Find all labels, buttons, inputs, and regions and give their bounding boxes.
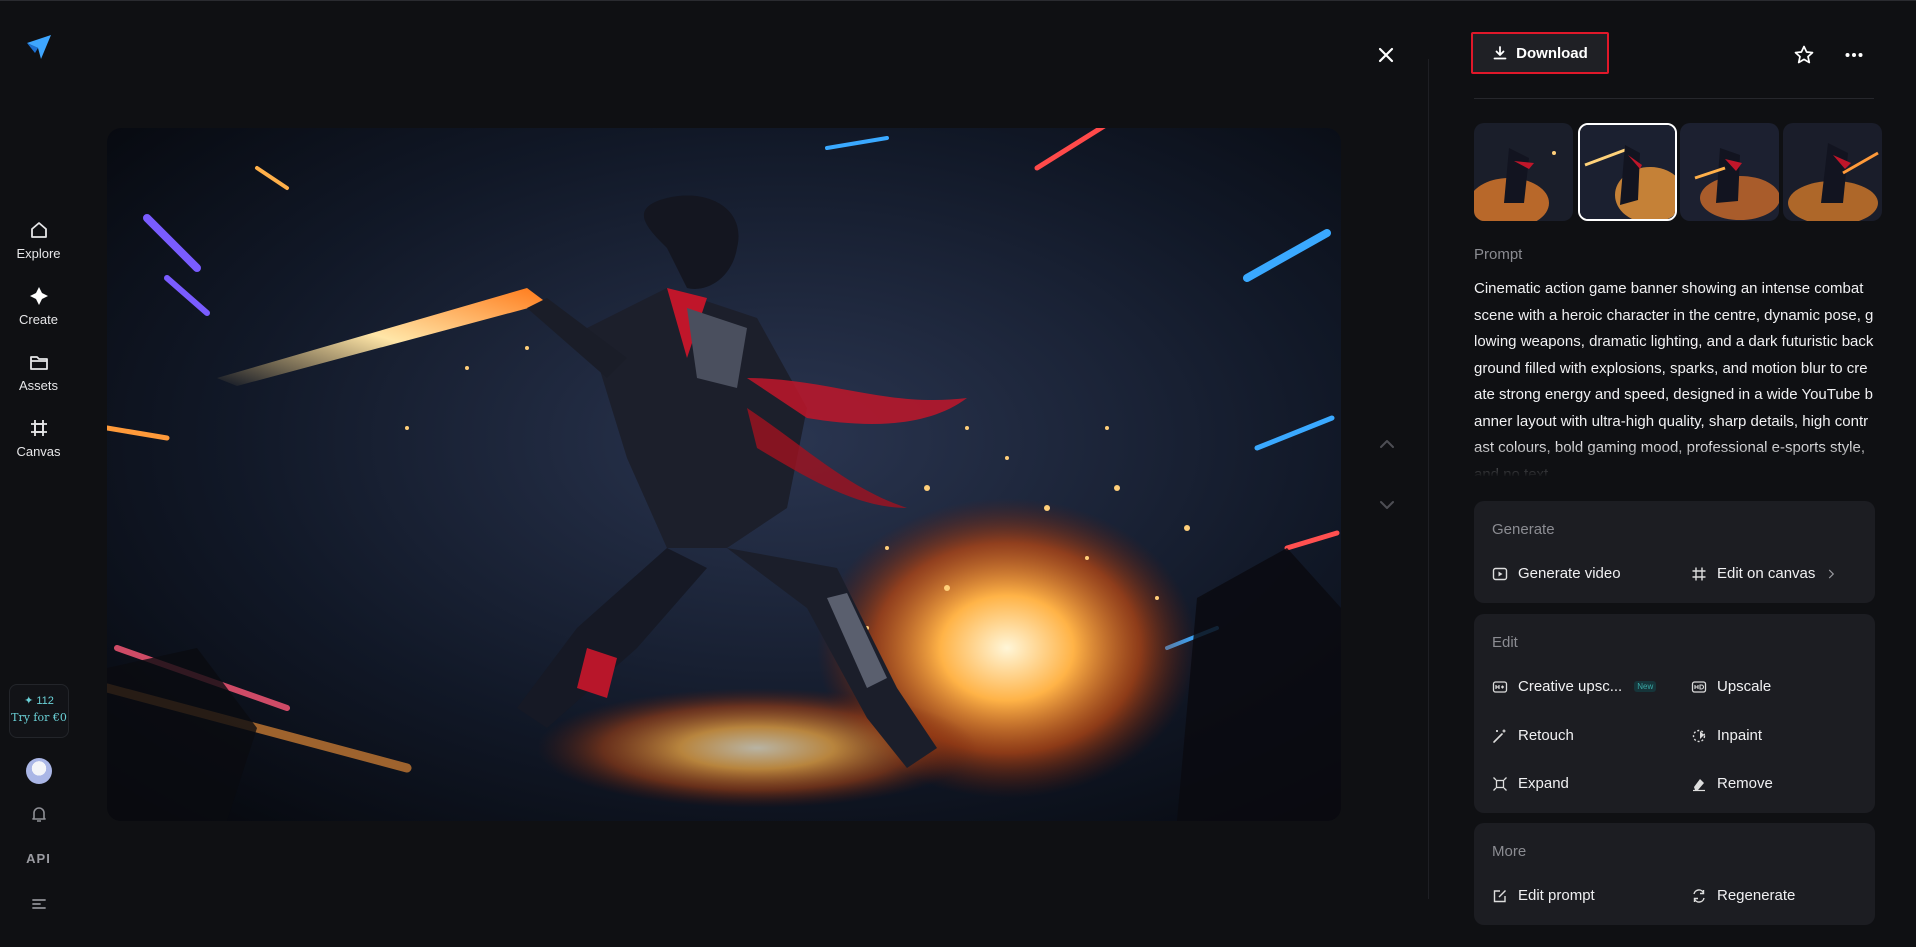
inpaint-button[interactable]: Inpaint	[1691, 727, 1762, 744]
generate-card: Generate Generate video Edit on canvas	[1474, 501, 1875, 603]
credits-count: ✦ 112	[24, 695, 54, 707]
more-options-icon[interactable]	[1843, 44, 1865, 66]
thumbnail-art	[1474, 123, 1573, 221]
inpaint-label: Inpaint	[1717, 727, 1763, 744]
sparkle-icon	[29, 287, 48, 305]
edit-title: Edit	[1492, 634, 1518, 651]
retouch-label: Retouch	[1518, 727, 1574, 744]
credits-badge[interactable]: ✦ 112 Try for €0	[9, 684, 69, 738]
canvas-icon	[30, 420, 47, 436]
remove-label: Remove	[1717, 775, 1773, 792]
logo-icon[interactable]	[25, 33, 53, 61]
left-sidebar: Explore Create Assets Canvas ✦ 112 Try f…	[0, 1, 77, 947]
regenerate-label: Regenerate	[1717, 887, 1796, 904]
eraser-icon	[1693, 778, 1705, 791]
hd-icon	[1691, 680, 1707, 693]
generate-video-button[interactable]: Generate video	[1492, 565, 1621, 582]
next-image-chevron-down-icon[interactable]	[1376, 494, 1398, 516]
nav-explore[interactable]: Explore	[0, 219, 77, 263]
edit-prompt-icon	[1493, 889, 1506, 902]
thumbnail-art	[1783, 123, 1882, 221]
edit-on-canvas-label: Edit on canvas	[1717, 565, 1816, 582]
thumbnail-2-selected[interactable]	[1578, 123, 1677, 221]
retouch-button[interactable]: Retouch	[1492, 727, 1574, 744]
creative-upscale-button[interactable]: Creative upsc... New	[1492, 678, 1657, 695]
inpaint-icon	[1692, 729, 1706, 742]
edit-prompt-label: Edit prompt	[1518, 887, 1595, 904]
star-icon[interactable]	[1793, 44, 1815, 66]
nav-assets[interactable]: Assets	[0, 351, 77, 395]
avatar[interactable]	[26, 758, 52, 784]
prompt-label: Prompt	[1474, 246, 1523, 263]
expand-icon	[1493, 776, 1507, 791]
nav-canvas[interactable]: Canvas	[0, 417, 77, 461]
chevron-right-icon	[1829, 569, 1835, 578]
download-button[interactable]: Download	[1471, 32, 1609, 74]
credits-cta: Try for €0	[11, 711, 67, 724]
hero-artwork	[107, 128, 1341, 821]
expand-button[interactable]: Expand	[1492, 775, 1569, 792]
generate-title: Generate	[1492, 521, 1555, 538]
hd-plus-icon	[1492, 680, 1508, 693]
regenerate-button[interactable]: Regenerate	[1691, 887, 1795, 904]
nav-explore-label: Explore	[16, 246, 61, 261]
app-window: Explore Create Assets Canvas ✦ 112 Try f…	[0, 0, 1916, 947]
remove-button[interactable]: Remove	[1691, 775, 1773, 792]
regenerate-icon	[1693, 888, 1705, 903]
creative-upscale-label: Creative upsc...	[1518, 678, 1623, 695]
download-label: Download	[1516, 44, 1588, 62]
more-title: More	[1492, 843, 1527, 860]
expand-label: Expand	[1518, 775, 1569, 792]
nav-create[interactable]: Create	[0, 285, 77, 329]
download-icon	[1493, 46, 1507, 60]
edit-on-canvas-button[interactable]: Edit on canvas	[1691, 565, 1837, 582]
edit-card: Edit Creative upsc... New Upscale Retouc…	[1474, 614, 1875, 813]
prompt-fade-overlay	[1474, 441, 1874, 477]
play-icon	[1492, 567, 1508, 580]
close-icon[interactable]	[1374, 43, 1398, 67]
bell-icon[interactable]	[29, 804, 49, 824]
generate-video-label: Generate video	[1518, 565, 1621, 582]
previous-image-chevron-up-icon[interactable]	[1376, 433, 1398, 455]
thumbnail-art	[1680, 123, 1779, 221]
upscale-button[interactable]: Upscale	[1691, 678, 1771, 695]
more-card: More Edit prompt Regenerate	[1474, 823, 1875, 925]
canvas-icon	[1692, 567, 1706, 580]
main-image	[107, 128, 1341, 821]
panel-divider	[1428, 59, 1429, 899]
header-divider	[1474, 98, 1874, 99]
upscale-label: Upscale	[1717, 678, 1772, 695]
nav-canvas-label: Canvas	[16, 444, 61, 459]
folder-icon	[29, 356, 48, 370]
api-link[interactable]: API	[0, 851, 77, 866]
thumbnail-4[interactable]	[1783, 123, 1882, 221]
nav-assets-label: Assets	[18, 378, 58, 393]
new-badge: New	[1634, 681, 1657, 692]
magic-wand-icon	[1493, 729, 1506, 743]
nav-create-label: Create	[18, 312, 59, 327]
menu-icon[interactable]	[29, 894, 49, 914]
thumbnail-1[interactable]	[1474, 123, 1573, 221]
thumbnail-3[interactable]	[1680, 123, 1779, 221]
thumbnail-art	[1580, 125, 1675, 219]
edit-prompt-button[interactable]: Edit prompt	[1492, 887, 1595, 904]
home-icon	[30, 222, 47, 238]
